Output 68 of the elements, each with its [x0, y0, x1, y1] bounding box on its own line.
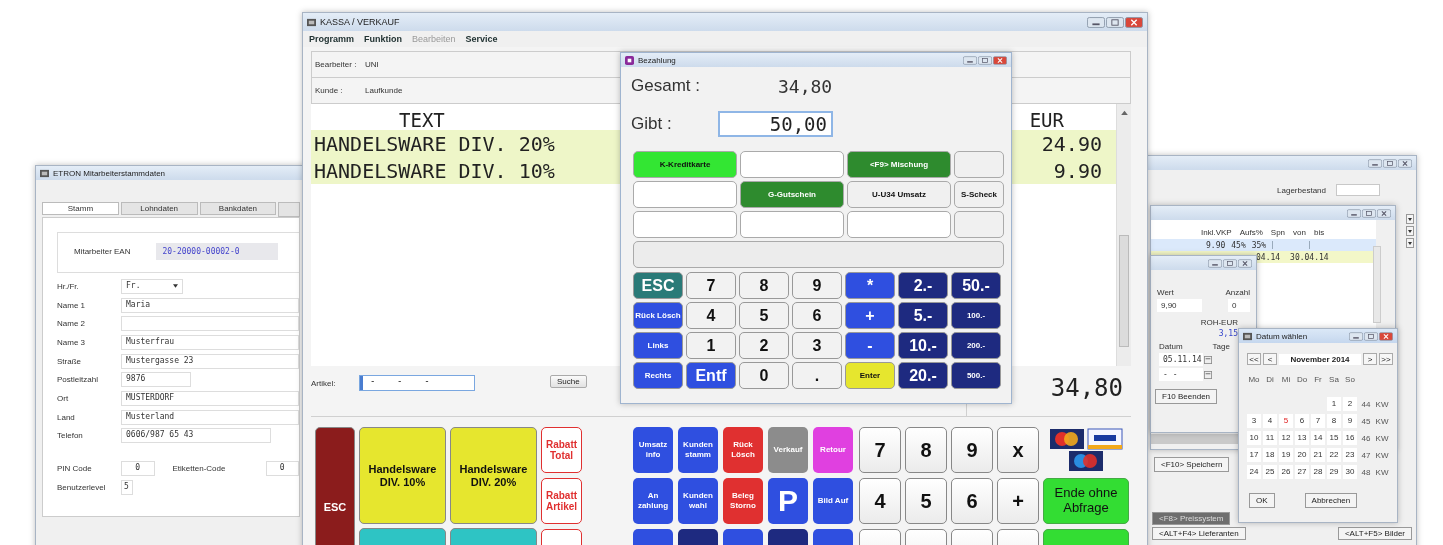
week-number: 48: [1360, 467, 1372, 477]
table-cell: 9.90: [1206, 240, 1226, 250]
field-label: Anzahl: [1225, 288, 1250, 297]
table-cell: 45%: [1231, 240, 1246, 250]
weekday-label: Fr: [1313, 375, 1323, 386]
field-label: Name 2: [57, 319, 86, 329]
weekday-label: Mi: [1280, 375, 1292, 386]
field-label: Tage: [1212, 342, 1230, 351]
column-header: von: [1293, 228, 1306, 237]
customer-value: Laufkunde: [365, 86, 403, 95]
total-amount: 34,80: [1050, 374, 1123, 404]
table-cell: 35%: [1251, 240, 1267, 250]
week-tag: KW: [1375, 399, 1389, 409]
week-tag: KW: [1375, 416, 1389, 426]
field-label: Name 1: [57, 300, 86, 310]
column-header: EUR: [1029, 109, 1064, 130]
margin-value: 3,15: [1218, 329, 1238, 338]
week-tag: KW: [1375, 450, 1389, 460]
total-label: Gesamt :: [631, 76, 701, 96]
week-tag: KW: [1375, 433, 1389, 443]
field-label: PIN Code: [57, 464, 93, 474]
field-label: Land: [57, 412, 76, 422]
week-number: 45: [1360, 416, 1372, 426]
weekday-label: Mo: [1247, 375, 1261, 386]
month-label: November 2014: [1279, 353, 1361, 365]
item-amount: 24.90: [1041, 131, 1102, 156]
field-label: Benutzerlevel: [57, 482, 107, 492]
week-number: 46: [1360, 433, 1372, 443]
window-title: KASSA / VERKAUF: [320, 17, 401, 27]
window-title: Datum wählen: [1256, 331, 1309, 341]
field-label: Bearbeiter :: [315, 60, 358, 69]
item-amount: 9.90: [1053, 158, 1102, 183]
field-label: Hr./Fr.: [57, 281, 80, 291]
table-cell: 30.04.14: [1290, 252, 1329, 262]
item-text: HANDELSWARE DIV. 10%: [314, 158, 555, 183]
column-header: Spn: [1270, 228, 1286, 237]
field-label: Telefon: [57, 431, 84, 441]
window-title: ETRON Mitarbeiterstammdaten: [53, 168, 167, 178]
field-label: Artikel:: [311, 378, 337, 388]
column-header: Inkl.VKP: [1201, 228, 1232, 237]
weekday-label: Do: [1295, 375, 1309, 386]
field-label: Wert: [1157, 288, 1175, 297]
total-amount: 34,80: [777, 75, 833, 97]
field-label: Datum: [1159, 342, 1183, 351]
weekday-label: Sa: [1328, 375, 1340, 386]
item-text: HANDELSWARE DIV. 20%: [314, 131, 555, 156]
operator-value: UNI: [365, 60, 379, 69]
field-label: Ort: [57, 393, 70, 403]
field-label: Postleitzahl: [57, 375, 99, 385]
field-label: Straße: [57, 356, 82, 366]
given-label: Gibt :: [631, 114, 673, 134]
table-cell: 04.14: [1256, 252, 1281, 262]
field-label: Mitarbeiter EAN: [74, 247, 131, 256]
week-number: 44: [1360, 399, 1372, 409]
field-label: Kunde :: [315, 86, 344, 95]
field-label: ROH-EUR: [1200, 318, 1238, 327]
field-label: Etiketten-Code: [171, 464, 227, 474]
column-header: bis: [1313, 228, 1325, 237]
week-number: 47: [1360, 450, 1372, 460]
field-label: Name 3: [57, 337, 86, 347]
field-label: Lagerbestand: [1277, 185, 1326, 195]
week-tag: KW: [1375, 467, 1389, 477]
column-header: TEXT: [399, 109, 445, 130]
weekday-label: So: [1344, 375, 1356, 386]
window-title: Bezahlung: [638, 55, 677, 65]
weekday-label: Di: [1265, 375, 1275, 386]
column-header: Aufs%: [1239, 228, 1263, 237]
ean-field: 20-20000-00002-0: [156, 243, 279, 260]
